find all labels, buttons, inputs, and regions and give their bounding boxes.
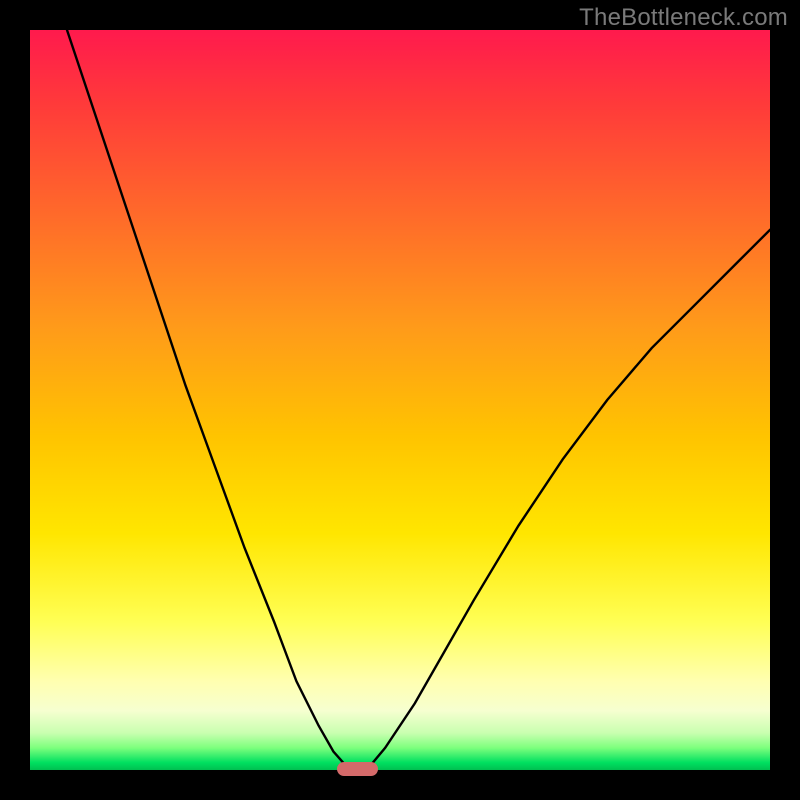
optimal-marker: [337, 762, 378, 776]
chart-frame: TheBottleneck.com: [0, 0, 800, 800]
curve-right-branch: [367, 230, 770, 770]
curve-left-branch: [67, 30, 352, 770]
bottleneck-curve: [30, 30, 770, 770]
plot-area: [30, 30, 770, 770]
watermark-text: TheBottleneck.com: [579, 4, 788, 32]
